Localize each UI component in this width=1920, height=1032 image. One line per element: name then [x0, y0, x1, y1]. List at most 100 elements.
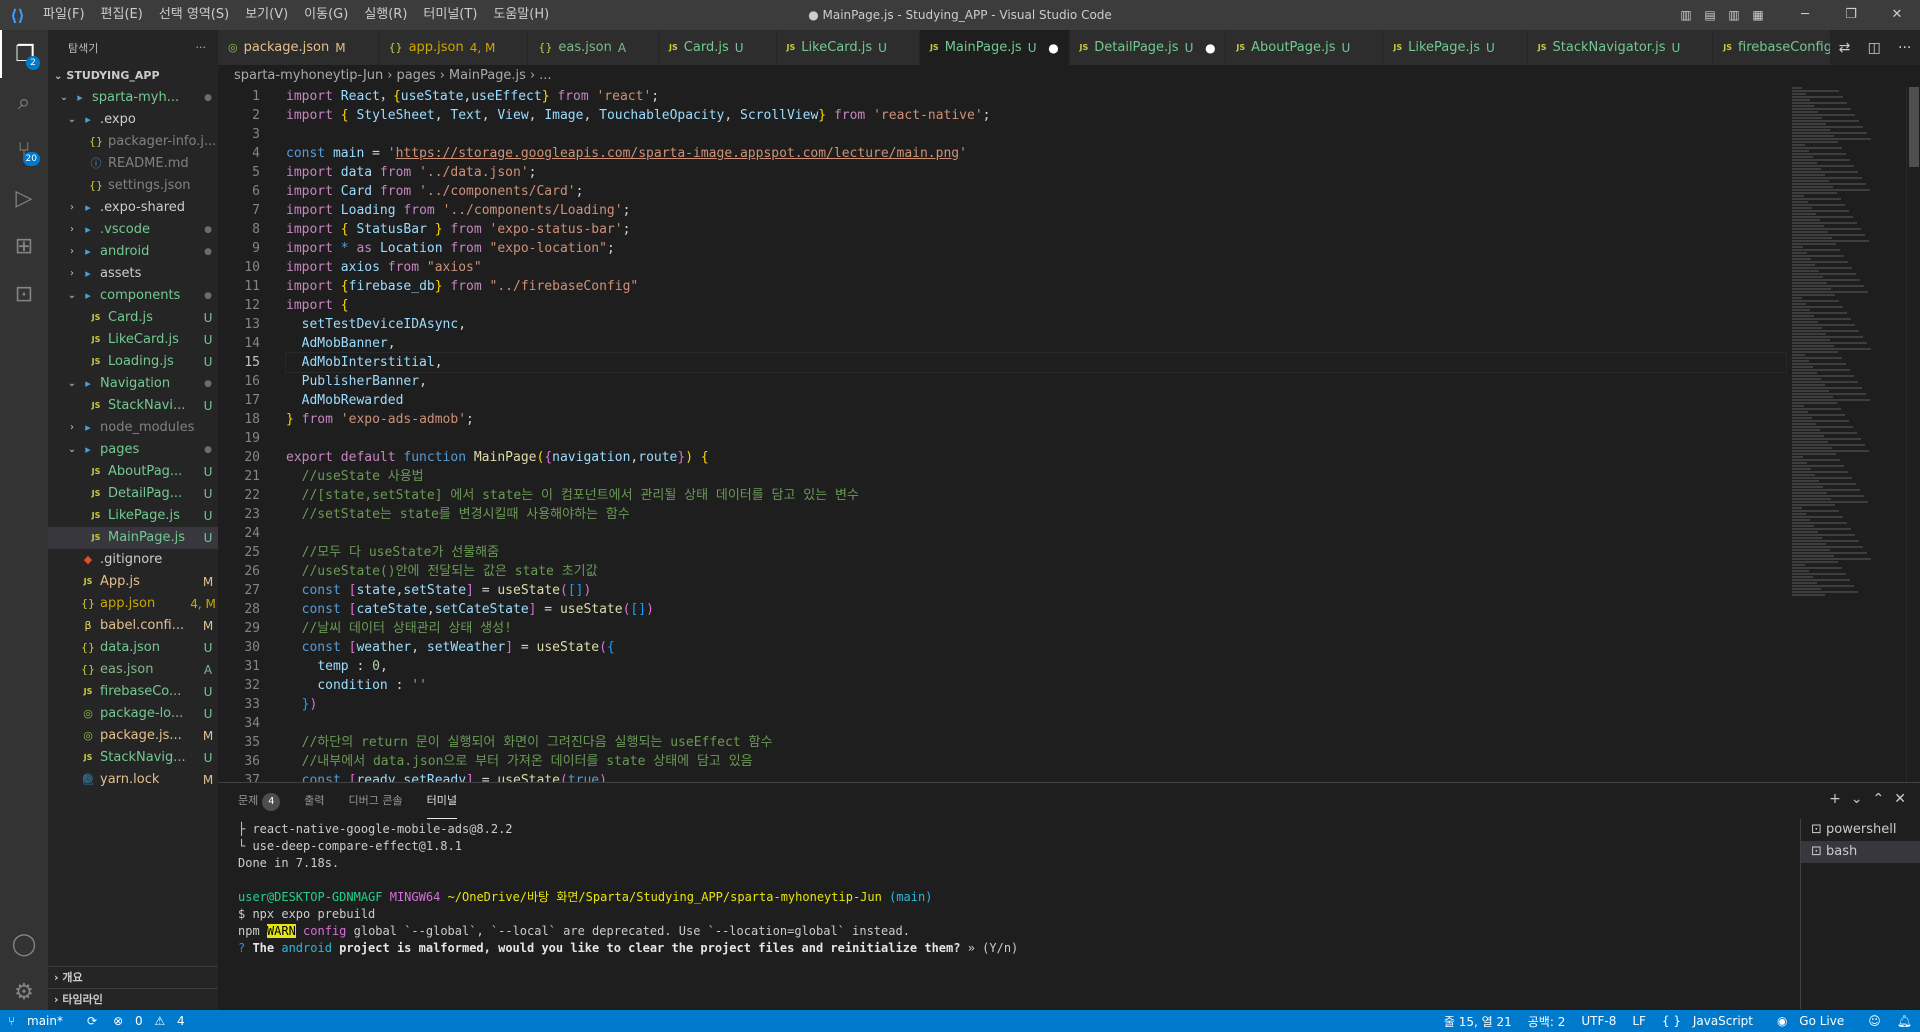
code-line[interactable]: import { — [286, 296, 1786, 315]
extensions-icon[interactable]: ⊞ — [0, 222, 48, 270]
code-line[interactable]: //[state,setState] 에서 state는 이 컴포넌트에서 관리… — [286, 486, 1786, 505]
menu-item[interactable]: 이동(G) — [296, 0, 356, 30]
menu-item[interactable]: 편집(E) — [93, 0, 151, 30]
menu-item[interactable]: 터미널(T) — [415, 0, 485, 30]
split-editor-icon[interactable]: ◫ — [1868, 40, 1881, 56]
tree-item[interactable]: ◎ package.js... M — [48, 725, 218, 747]
code-line[interactable]: const [weather, setWeather] = useState({ — [286, 638, 1786, 657]
code-line[interactable]: //useState 사용법 — [286, 467, 1786, 486]
feedback-icon[interactable]: ☺ — [1860, 1014, 1889, 1028]
editor-tab[interactable]: {} app.json 4, M — [378, 30, 529, 65]
editor-tab[interactable]: JS StackNavigator.js U — [1527, 30, 1714, 65]
end-of-line[interactable]: LF — [1624, 1014, 1654, 1028]
account-icon[interactable]: ◯ — [0, 920, 48, 968]
tree-item[interactable]: JS StackNavig... U — [48, 747, 218, 769]
tree-item[interactable]: JS firebaseCo... U — [48, 681, 218, 703]
code-line[interactable]: const [state,setState] = useState([]) — [286, 581, 1786, 600]
project-root[interactable]: ⌄ STUDYING_APP — [48, 65, 218, 87]
panel-tab[interactable]: 디버그 콘솔 — [349, 783, 403, 819]
cursor-position[interactable]: 줄 15, 열 21 — [1436, 1013, 1520, 1030]
editor-tab[interactable]: {} eas.json A — [528, 30, 660, 65]
vertical-scrollbar[interactable] — [1906, 87, 1920, 782]
tree-item[interactable]: β babel.confi... M — [48, 615, 218, 637]
code-line[interactable]: PublisherBanner, — [286, 372, 1786, 391]
tree-item[interactable]: ⓘ README.md — [48, 153, 218, 175]
toggle-primary-sidebar-icon[interactable]: ▥ — [1674, 8, 1698, 22]
tree-item[interactable]: {} data.json U — [48, 637, 218, 659]
code-line[interactable]: } from 'expo-ads-admob'; — [286, 410, 1786, 429]
breadcrumb-item[interactable]: sparta-myhoneytip-Jun — [234, 68, 383, 83]
code-line[interactable]: }) — [286, 695, 1786, 714]
code-line[interactable]: export default function MainPage({naviga… — [286, 448, 1786, 467]
tree-item[interactable]: ◆ .gitignore — [48, 549, 218, 571]
tree-item[interactable]: JS LikeCard.js U — [48, 329, 218, 351]
source-control-icon[interactable]: ⑂ 20 — [0, 126, 48, 174]
tree-item[interactable]: › ▸ assets — [48, 263, 218, 285]
close-panel-icon[interactable]: ✕ — [1894, 791, 1906, 807]
tree-item[interactable]: JS App.js M — [48, 571, 218, 593]
tree-item[interactable]: › ▸ .vscode ● — [48, 219, 218, 241]
problems-indicator[interactable]: ⊗ 0 ⚠ 4 — [105, 1014, 201, 1028]
tree-item[interactable]: › ▸ android ● — [48, 241, 218, 263]
code-line[interactable]: //모두 다 useState가 선물해줌 — [286, 543, 1786, 562]
unsaved-dot-icon[interactable]: ● — [1047, 41, 1061, 55]
tree-item[interactable]: JS MainPage.js U — [48, 527, 218, 549]
sync-icon[interactable]: ⟳ — [79, 1014, 105, 1028]
breadcrumb-item[interactable]: ... — [539, 68, 551, 83]
search-icon[interactable]: ⌕ — [0, 78, 48, 126]
code-line[interactable]: import React，{useState,useEffect} from '… — [286, 87, 1786, 106]
tree-item[interactable]: JS AboutPag... U — [48, 461, 218, 483]
new-terminal-icon[interactable]: + — [1829, 791, 1841, 807]
restore-icon[interactable]: ❐ — [1828, 0, 1874, 30]
tree-item[interactable]: JS Loading.js U — [48, 351, 218, 373]
tree-item[interactable]: {} eas.json A — [48, 659, 218, 681]
code-line[interactable]: const [ready,setReady] = useState(true) — [286, 771, 1786, 782]
tree-item[interactable]: ⌄ ▸ Navigation ● — [48, 373, 218, 395]
tree-item[interactable]: 🧶︎ yarn.lock M — [48, 769, 218, 791]
code-line[interactable]: const [cateState,setCateState] = useStat… — [286, 600, 1786, 619]
language-mode[interactable]: { } JavaScript — [1654, 1014, 1769, 1028]
code-line[interactable]: import {firebase_db} from "../firebaseCo… — [286, 277, 1786, 296]
notifications-icon[interactable]: 🔔︎ — [1889, 1014, 1920, 1028]
panel-tab[interactable]: 출력 — [304, 783, 324, 819]
remote-explorer-icon[interactable]: ⊡ — [0, 270, 48, 318]
timeline-section[interactable]: › 타임라인 — [48, 988, 218, 1010]
indentation[interactable]: 공백: 2 — [1520, 1013, 1574, 1030]
menu-item[interactable]: 도움말(H) — [485, 0, 557, 30]
branch-indicator[interactable]: ⑂ main* — [0, 1014, 79, 1028]
tree-item[interactable]: ⌄ ▸ .expo — [48, 109, 218, 131]
code-line[interactable]: import Loading from '../components/Loadi… — [286, 201, 1786, 220]
code-line[interactable]: AdMobBanner, — [286, 334, 1786, 353]
code-line[interactable]: import axios from "axios" — [286, 258, 1786, 277]
code-editor[interactable]: 1 2 3 4 5 6 7 8 9 10 11 12 13 14 15 16 17 18 19 20 21 22 23 24 2… — [218, 87, 1920, 782]
code-line[interactable]: AdMobRewarded — [286, 391, 1786, 410]
tree-item[interactable]: {} app.json 4, M — [48, 593, 218, 615]
minimap[interactable] — [1792, 87, 1902, 782]
editor-tab[interactable]: ◎ package.json M — [218, 30, 379, 65]
code-line[interactable]: AdMobInterstitial, — [285, 352, 1787, 373]
tree-item[interactable]: JS DetailPag... U — [48, 483, 218, 505]
tree-item[interactable]: ⌄ ▸ pages ● — [48, 439, 218, 461]
code-line[interactable]: import Card from '../components/Card'; — [286, 182, 1786, 201]
tree-item[interactable]: JS LikePage.js U — [48, 505, 218, 527]
code-line[interactable]: //setState는 state를 변경시킬때 사용해야하는 함수 — [286, 505, 1786, 524]
code-line[interactable] — [286, 125, 1786, 144]
unsaved-dot-icon[interactable]: ● — [1203, 41, 1217, 55]
settings-gear-icon[interactable]: ⚙ — [0, 968, 48, 1016]
editor-tab[interactable]: JS MainPage.js U ● — [919, 30, 1070, 65]
code-line[interactable]: //useState()안에 전달되는 값은 state 초기값 — [286, 562, 1786, 581]
code-line[interactable] — [286, 524, 1786, 543]
more-actions-icon[interactable]: ··· — [196, 41, 207, 54]
code-line[interactable]: import * as Location from "expo-location… — [286, 239, 1786, 258]
code-line[interactable] — [286, 429, 1786, 448]
encoding[interactable]: UTF-8 — [1573, 1014, 1624, 1028]
tree-item[interactable]: ⌄ ▸ sparta-myh... ● — [48, 87, 218, 109]
code-lines[interactable]: import React，{useState,useEffect} from '… — [285, 87, 1787, 782]
code-line[interactable]: import { StyleSheet, Text, View, Image, … — [286, 106, 1786, 125]
explorer-icon[interactable]: ❐ 2 — [0, 30, 48, 78]
close-window-icon[interactable]: ✕ — [1874, 0, 1920, 30]
code-line[interactable]: import data from '../data.json'; — [286, 163, 1786, 182]
more-actions-icon[interactable]: ··· — [1898, 40, 1911, 56]
editor-tab[interactable]: JS AboutPage.js U — [1226, 30, 1384, 65]
maximize-panel-icon[interactable]: ⌃ — [1873, 791, 1885, 807]
